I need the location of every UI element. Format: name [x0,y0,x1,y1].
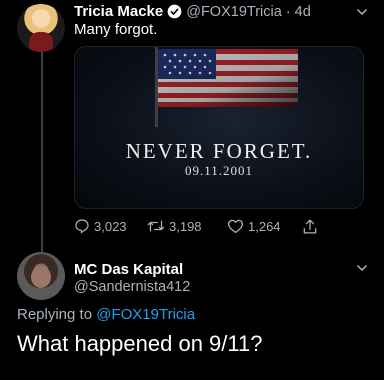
avatar[interactable] [17,4,65,52]
heart-icon [227,219,244,234]
verified-badge-icon [167,4,182,19]
share-button[interactable] [302,218,322,235]
thread-line [41,52,43,252]
media-title: NEVER FORGET. [125,139,313,163]
retweet-icon [147,220,165,232]
tweet-text: What happened on 9/11? [17,331,263,356]
timeline: Tricia Macke @FOX19Tricia · 4d Many forg… [0,0,384,380]
like-button[interactable]: 1,264 [227,218,281,234]
like-count: 1,264 [248,218,281,234]
chevron-down-icon[interactable] [356,262,368,274]
avatar[interactable] [17,252,65,300]
tweet-text: Many forgot. [74,21,158,38]
tweet-actions: 3,023 3,198 1,264 [74,216,364,236]
replying-to-mention[interactable]: @FOX19Tricia [96,306,195,323]
replying-to: Replying to @FOX19Tricia [17,306,195,323]
chevron-down-icon[interactable] [356,6,368,18]
share-icon [303,218,317,234]
tweet-header: Tricia Macke @FOX19Tricia · 4d [74,3,311,20]
author-name[interactable]: Tricia Macke [74,3,163,20]
reply-icon [75,219,89,234]
retweet-count: 3,198 [169,218,202,234]
tweet-media-image[interactable]: NEVER FORGET. 09.11.2001 [74,46,364,209]
tweet-header: MC Das Kapital [74,261,183,278]
retweet-button[interactable]: 3,198 [147,218,202,234]
handle-timestamp[interactable]: @FOX19Tricia · 4d [186,4,311,20]
replying-to-label: Replying to [17,306,93,323]
author-handle[interactable]: @Sandernista412 [74,279,190,295]
reply-count: 3,023 [94,218,127,234]
american-flag-image [158,49,298,107]
reply-button[interactable]: 3,023 [74,218,127,234]
media-date: 09.11.2001 [184,163,254,178]
author-name[interactable]: MC Das Kapital [74,261,183,278]
